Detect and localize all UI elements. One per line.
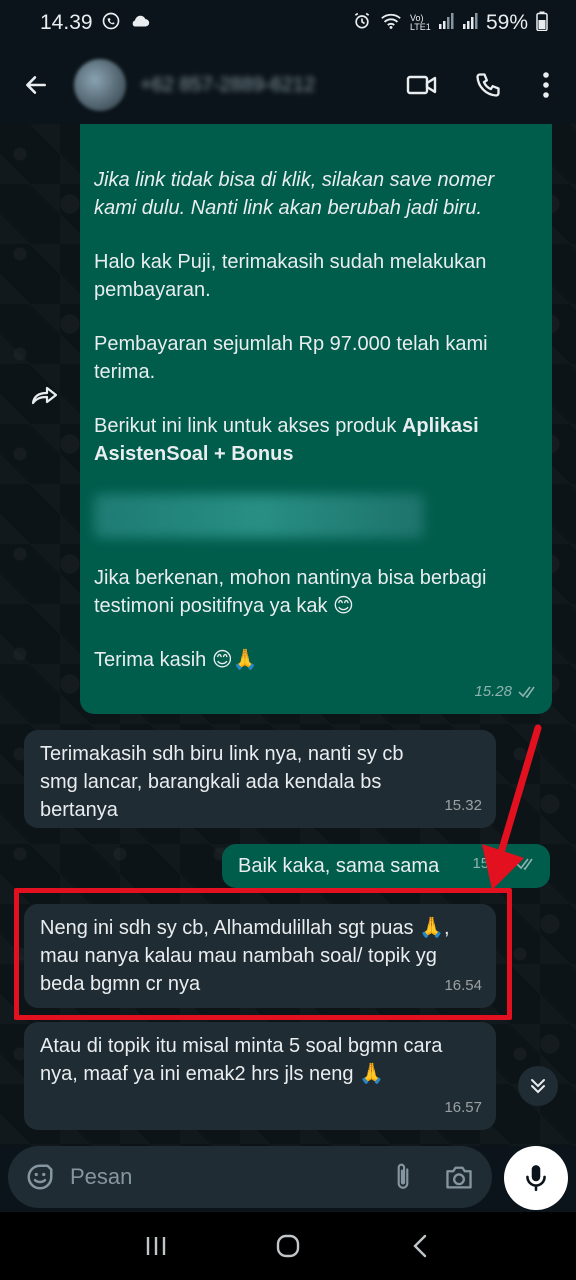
cloud-icon: [129, 13, 151, 34]
alarm-icon: [352, 11, 372, 36]
red-arrow-annotation: [482, 724, 542, 890]
chat-area[interactable]: Jika link tidak bisa di klik, silakan sa…: [0, 124, 576, 1146]
message-text: Terimakasih sdh biru link nya, nanti sy …: [40, 743, 404, 821]
message-text: Berikut ini link untuk akses produk: [94, 415, 397, 437]
double-check-icon: [518, 686, 535, 698]
message-time: 15.32: [444, 797, 482, 814]
message-time: 16.57: [444, 1099, 482, 1116]
status-bar: 14.39 Vo) LTE1 59%: [0, 0, 576, 46]
message-time: 15.28: [474, 683, 512, 700]
message-paragraph: Halo kak Puji, terimakasih sudah melakuk…: [94, 251, 487, 301]
system-navigation-bar: [0, 1212, 576, 1280]
phone-icon: [476, 73, 500, 97]
battery-icon: [536, 11, 548, 36]
forward-button[interactable]: [26, 376, 64, 414]
status-left: 14.39: [40, 11, 151, 36]
sticker-icon: [27, 1164, 53, 1190]
back-chevron-icon: [413, 1234, 427, 1258]
contact-name[interactable]: +62 857-2889-6212: [140, 74, 340, 97]
message-text: Atau di topik itu misal minta 5 soal bgm…: [40, 1035, 443, 1085]
status-right: Vo) LTE1 59%: [352, 11, 548, 36]
message-incoming-3[interactable]: Atau di topik itu misal minta 5 soal bgm…: [24, 1022, 496, 1130]
recent-apps-button[interactable]: [136, 1226, 176, 1266]
more-options-button[interactable]: [538, 69, 554, 101]
video-call-button[interactable]: [406, 69, 438, 101]
blurred-link[interactable]: [94, 494, 424, 538]
message-paragraph: Jika berkenan, mohon nantinya bisa berba…: [94, 567, 487, 617]
volte-indicator: Vo) LTE1: [409, 13, 431, 32]
wifi-icon: [380, 12, 402, 35]
attach-button[interactable]: [386, 1160, 420, 1194]
message-incoming-1[interactable]: Terimakasih sdh biru link nya, nanti sy …: [24, 730, 496, 828]
message-input[interactable]: [70, 1164, 368, 1190]
camera-icon: [446, 1166, 472, 1189]
paperclip-icon: [397, 1163, 409, 1189]
status-time: 14.39: [40, 11, 93, 34]
input-pill: [8, 1146, 492, 1208]
back-button[interactable]: [18, 67, 54, 103]
message-paragraph: Terima kasih 😊🙏: [94, 649, 258, 671]
voice-message-button[interactable]: [504, 1146, 568, 1210]
recent-apps-icon: [146, 1237, 166, 1255]
scroll-to-bottom-button[interactable]: [518, 1066, 558, 1106]
home-button[interactable]: [268, 1226, 308, 1266]
voice-call-button[interactable]: [472, 69, 504, 101]
message-paragraph: Pembayaran sejumlah Rp 97.000 telah kami…: [94, 333, 488, 383]
sticker-button[interactable]: [24, 1161, 56, 1193]
message-paragraph: Jika link tidak bisa di klik, silakan sa…: [94, 169, 495, 219]
message-outgoing-1[interactable]: Jika link tidak bisa di klik, silakan sa…: [80, 124, 552, 714]
whatsapp-icon: [101, 11, 121, 36]
chat-header: +62 857-2889-6212: [0, 46, 576, 124]
message-meta: 15.28: [474, 678, 538, 706]
video-camera-icon: [406, 75, 437, 95]
back-nav-button[interactable]: [400, 1226, 440, 1266]
microphone-icon: [526, 1165, 546, 1192]
message-composer: [0, 1146, 576, 1212]
home-icon: [276, 1234, 300, 1258]
double-chevron-down-icon: [531, 1079, 545, 1094]
back-arrow-icon: [26, 76, 46, 94]
more-vertical-icon: [543, 72, 549, 98]
contact-avatar[interactable]: [74, 59, 126, 111]
forward-icon: [31, 386, 58, 405]
battery-percent: 59%: [485, 11, 528, 34]
signal-icon-2: [462, 12, 478, 35]
red-highlight-box: [14, 888, 512, 1020]
header-actions: [406, 69, 564, 101]
signal-icon-1: [438, 12, 454, 35]
message-paragraph: Berikut ini link untuk akses produk Apli…: [94, 412, 538, 468]
camera-button[interactable]: [442, 1160, 476, 1194]
message-meta: 16.57: [444, 1094, 482, 1122]
message-meta: 15.32: [444, 792, 482, 820]
